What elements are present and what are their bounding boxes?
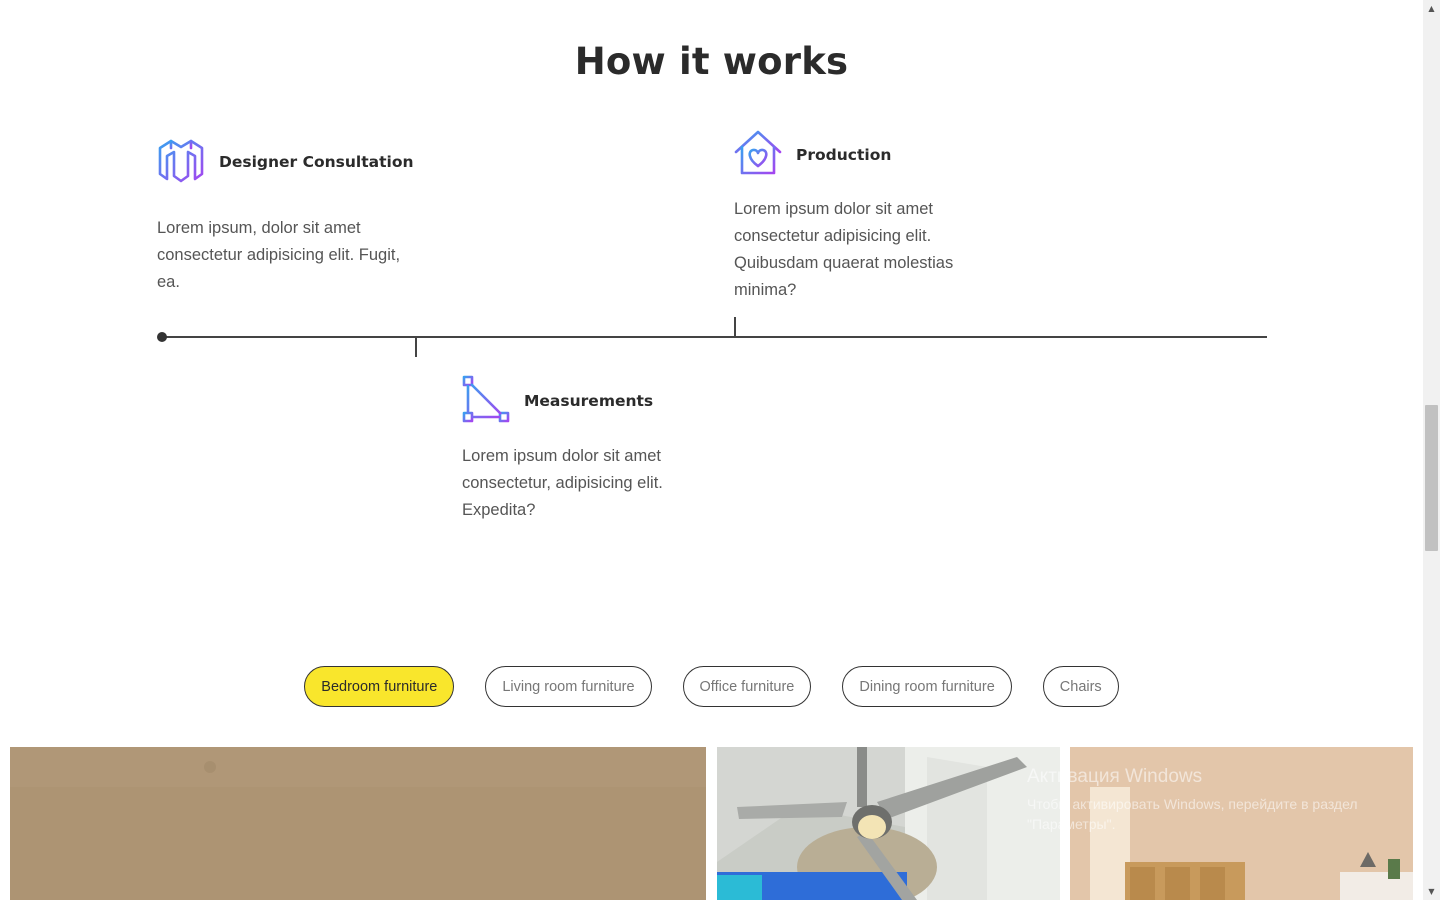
scroll-down-arrow-icon[interactable]: ▼ bbox=[1423, 883, 1440, 900]
scrollbar-thumb[interactable] bbox=[1425, 405, 1438, 551]
step-description: Lorem ipsum, dolor sit amet consectetur … bbox=[157, 219, 401, 291]
step-header: Production bbox=[734, 130, 994, 180]
filter-office-furniture[interactable]: Office furniture bbox=[682, 666, 812, 707]
step-header: Designer Consultation bbox=[157, 136, 427, 188]
section-title: How it works bbox=[574, 40, 849, 83]
filter-living-room-furniture[interactable]: Living room furniture bbox=[485, 666, 652, 707]
gallery-image-ceiling-fan[interactable] bbox=[717, 747, 1060, 900]
timeline-tick-production bbox=[734, 317, 736, 337]
step-description: Lorem ipsum dolor sit amet consectetur, … bbox=[462, 447, 663, 519]
gallery-image-bedroom-window[interactable] bbox=[1070, 747, 1413, 900]
step-title: Production bbox=[796, 146, 892, 164]
house-heart-icon bbox=[734, 130, 782, 180]
step-description: Lorem ipsum dolor sit amet consectetur a… bbox=[734, 200, 954, 299]
page: How it works Designer Consultation Lorem… bbox=[0, 0, 1423, 900]
step-production: Production Lorem ipsum dolor sit amet co… bbox=[734, 130, 994, 304]
step-designer-consultation: Designer Consultation Lorem ipsum, dolor… bbox=[157, 136, 427, 296]
step-title: Designer Consultation bbox=[219, 153, 414, 171]
scroll-up-arrow-icon[interactable]: ▲ bbox=[1423, 0, 1440, 17]
design-blocks-icon bbox=[157, 136, 205, 188]
filter-bedroom-furniture[interactable]: Bedroom furniture bbox=[304, 666, 455, 707]
filter-chairs[interactable]: Chairs bbox=[1042, 666, 1119, 707]
timeline-tick-measurements bbox=[415, 337, 417, 357]
gallery-image-bedroom-wall[interactable] bbox=[10, 747, 706, 900]
timeline-line bbox=[162, 336, 1267, 338]
furniture-filter-bar: Bedroom furniture Living room furniture … bbox=[0, 666, 1423, 707]
ruler-triangle-icon bbox=[462, 375, 510, 427]
timeline-start-dot bbox=[157, 332, 167, 342]
step-header: Measurements bbox=[462, 375, 702, 427]
step-measurements: Measurements Lorem ipsum dolor sit amet … bbox=[462, 375, 702, 524]
filter-dining-room-furniture[interactable]: Dining room furniture bbox=[842, 666, 1012, 707]
vertical-scrollbar[interactable]: ▲ ▼ bbox=[1423, 0, 1440, 900]
step-title: Measurements bbox=[524, 392, 654, 410]
